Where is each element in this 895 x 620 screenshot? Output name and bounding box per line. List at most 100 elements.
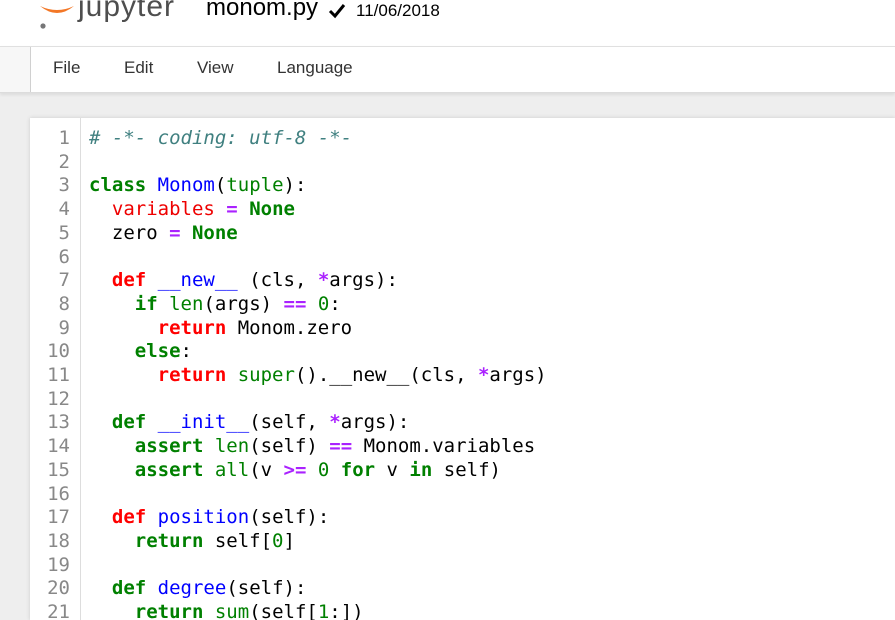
code-token: sum xyxy=(214,601,250,620)
code-line[interactable]: 10 else: xyxy=(30,339,895,363)
code-token: __new__ xyxy=(157,269,238,292)
code-token: assert xyxy=(134,458,204,481)
code-text: def degree(self): xyxy=(89,576,307,600)
line-number: 8 xyxy=(58,292,70,315)
line-number: 20 xyxy=(47,577,70,600)
code-token: 0 xyxy=(317,458,330,481)
code-line[interactable]: 12 xyxy=(30,387,895,411)
menu-language[interactable]: Language xyxy=(277,58,353,78)
code-line[interactable]: 7 def __new__ (cls, *args): xyxy=(30,268,895,292)
menu-file[interactable]: File xyxy=(53,58,80,78)
code-line[interactable]: 17 def position(self): xyxy=(30,505,895,529)
code-line[interactable]: 1 # -*- coding: utf-8 -*- xyxy=(30,126,895,150)
code-token: len xyxy=(214,435,250,458)
code-token: (self): xyxy=(249,506,330,529)
line-number: 13 xyxy=(47,411,70,434)
line-number: 18 xyxy=(47,529,70,552)
code-token: self) xyxy=(432,458,501,481)
code-token: : xyxy=(329,292,341,315)
code-text: def position(self): xyxy=(89,505,329,529)
menu-edit[interactable]: Edit xyxy=(124,58,153,78)
code-line[interactable]: 4 variables = None xyxy=(30,197,895,221)
code-token: == xyxy=(283,292,307,315)
code-line[interactable]: 9 return Monom.zero xyxy=(30,316,895,340)
line-number: 15 xyxy=(47,458,70,481)
code-token: 0 xyxy=(317,292,330,315)
code-line[interactable]: 6 xyxy=(30,245,895,269)
code-token: variables xyxy=(111,198,215,221)
code-token: (cls, xyxy=(237,269,318,292)
code-token: args): xyxy=(340,411,410,434)
code-token: # -*- coding: utf-8 -*- xyxy=(89,127,353,149)
code-line[interactable]: 11 return super().__new__(cls, *args) xyxy=(30,363,895,387)
code-token: tuple xyxy=(226,174,284,197)
code-token: = xyxy=(226,198,238,221)
code-editor[interactable]: 1 # -*- coding: utf-8 -*- 2 3 class Monom(tu… xyxy=(30,118,895,620)
code-token: degree xyxy=(157,577,227,600)
code-token: args): xyxy=(329,269,398,292)
code-token: : xyxy=(180,340,192,363)
menu-view[interactable]: View xyxy=(197,58,234,78)
code-text: variables = None xyxy=(89,197,295,221)
code-token: None xyxy=(191,221,238,244)
code-line[interactable]: 16 xyxy=(30,482,895,506)
code-line[interactable]: 14 assert len(self) == Monom.variables xyxy=(30,434,895,458)
line-number: 1 xyxy=(58,127,70,149)
code-token: class xyxy=(89,174,147,197)
code-line[interactable]: 5 zero = None xyxy=(30,221,895,245)
code-token: return xyxy=(157,364,227,386)
checkmark-icon xyxy=(328,4,346,19)
code-line[interactable]: 8 if len(args) == 0: xyxy=(30,292,895,316)
code-token: position xyxy=(157,506,250,529)
code-token: (v xyxy=(249,458,284,481)
code-token: 0 xyxy=(272,529,284,552)
code-token: 1 xyxy=(317,601,330,620)
code-line[interactable]: 15 assert all(v >= 0 for v in self) xyxy=(30,458,895,482)
code-token: else xyxy=(134,340,181,363)
code-text: class Monom(tuple): xyxy=(89,173,306,197)
code-text: def __new__ (cls, *args): xyxy=(89,268,398,292)
file-name[interactable]: monom.py xyxy=(206,0,318,22)
code-line[interactable]: 19 xyxy=(30,553,895,577)
code-token: self[ xyxy=(203,529,273,552)
line-number: 17 xyxy=(47,506,70,529)
code-text: return Monom.zero xyxy=(89,316,352,340)
code-token: def xyxy=(111,506,147,529)
code-token: def xyxy=(111,269,147,292)
line-number: 14 xyxy=(47,435,70,458)
code-text: def __init__(self, *args): xyxy=(89,410,409,434)
code-token: len xyxy=(169,292,204,315)
code-line[interactable]: 20 def degree(self): xyxy=(30,576,895,600)
code-line[interactable]: 2 xyxy=(30,150,895,174)
code-line[interactable]: 13 def __init__(self, *args): xyxy=(30,410,895,434)
line-number: 4 xyxy=(58,198,70,221)
header-bar: jupyter monom.py 11/06/2018 xyxy=(0,0,895,46)
code-text: if len(args) == 0: xyxy=(89,292,341,316)
code-line[interactable]: 18 return self[0] xyxy=(30,529,895,553)
code-token: None xyxy=(249,198,295,221)
code-line[interactable]: 3 class Monom(tuple): xyxy=(30,173,895,197)
code-line[interactable]: 21 return sum(self[1:]) xyxy=(30,600,895,620)
code-token: * xyxy=(317,269,330,292)
code-text: # -*- coding: utf-8 -*- xyxy=(89,126,352,150)
code-token: ] xyxy=(283,529,295,552)
